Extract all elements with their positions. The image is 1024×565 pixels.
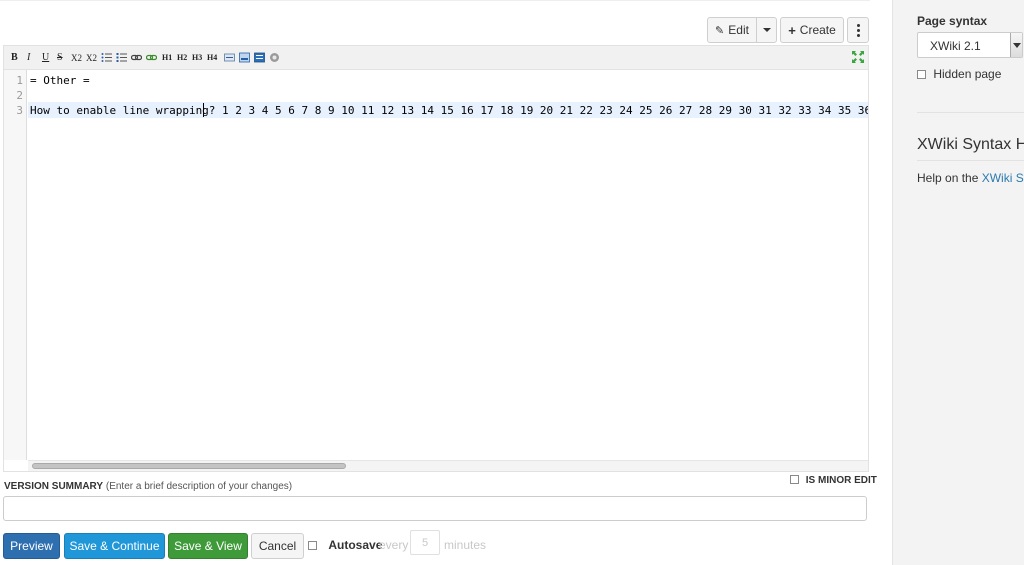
autosave-option[interactable]: Autosave bbox=[308, 538, 382, 552]
autosave-checkbox[interactable] bbox=[308, 541, 317, 550]
autosave-minutes-label: minutes bbox=[444, 538, 487, 552]
dropdown-arrow-icon bbox=[1010, 33, 1022, 57]
minor-edit-option[interactable]: IS MINOR EDIT bbox=[790, 475, 877, 486]
bullet-list-icon[interactable] bbox=[101, 52, 112, 63]
underline-button[interactable]: U bbox=[42, 52, 49, 64]
table-icon[interactable] bbox=[254, 52, 265, 63]
version-summary-title: VERSION SUMMARY bbox=[4, 481, 104, 492]
horizontal-rule-icon[interactable] bbox=[224, 52, 235, 63]
numbered-list-icon[interactable] bbox=[116, 52, 127, 63]
preview-button[interactable]: Preview bbox=[3, 533, 60, 559]
edit-menu-toggle[interactable] bbox=[756, 17, 777, 43]
text-cursor bbox=[203, 103, 204, 117]
line-number-gutter: 1 2 3 bbox=[4, 70, 27, 460]
autosave-label: Autosave bbox=[328, 538, 383, 552]
page-syntax-select[interactable]: XWiki 2.1 bbox=[917, 32, 1023, 58]
link-icon[interactable] bbox=[131, 52, 142, 63]
divider bbox=[917, 112, 1024, 113]
hidden-page-option[interactable]: Hidden page bbox=[917, 67, 1001, 81]
top-divider bbox=[0, 0, 870, 1]
version-summary-label: VERSION SUMMARY (Enter a brief descripti… bbox=[4, 481, 292, 492]
more-actions-button[interactable] bbox=[847, 17, 869, 43]
subscript-button[interactable]: X2 bbox=[71, 52, 82, 64]
create-label: Create bbox=[799, 23, 836, 37]
minor-edit-checkbox[interactable] bbox=[790, 475, 799, 484]
divider bbox=[917, 160, 1024, 161]
unlink-icon[interactable] bbox=[146, 52, 157, 63]
superscript-button[interactable]: X2 bbox=[86, 52, 97, 64]
horizontal-scrollbar[interactable] bbox=[28, 460, 868, 471]
edit-button[interactable]: ✎ Edit bbox=[707, 17, 757, 43]
save-view-button[interactable]: Save & View bbox=[168, 533, 248, 559]
hidden-page-checkbox[interactable] bbox=[917, 70, 926, 79]
heading2-button[interactable]: H2 bbox=[177, 52, 187, 64]
version-summary-hint: (Enter a brief description of your chang… bbox=[105, 481, 293, 492]
pencil-icon: ✎ bbox=[715, 24, 725, 37]
code-line[interactable]: = Other = bbox=[30, 74, 90, 87]
gear-icon[interactable] bbox=[269, 52, 280, 63]
caret-down-icon bbox=[762, 28, 771, 32]
minor-edit-label: IS MINOR EDIT bbox=[805, 475, 877, 486]
scrollbar-thumb[interactable] bbox=[32, 463, 346, 469]
image-icon[interactable] bbox=[239, 52, 250, 63]
page-syntax-value: XWiki 2.1 bbox=[930, 39, 981, 53]
line-number: 1 bbox=[16, 74, 23, 87]
line-number: 2 bbox=[16, 89, 23, 102]
syntax-help-prefix: Help on the bbox=[917, 171, 982, 185]
vertical-dots-icon bbox=[856, 23, 860, 37]
editor-toolbar: B I U S X2 X2 H1 H2 H3 H4 bbox=[4, 46, 868, 70]
save-continue-button[interactable]: Save & Continue bbox=[64, 533, 165, 559]
page-syntax-label: Page syntax bbox=[917, 14, 988, 28]
autosave-every-label: every bbox=[379, 538, 409, 552]
wiki-editor: B I U S X2 X2 H1 H2 H3 H4 1 2 3 = Other … bbox=[3, 45, 869, 472]
line-number: 3 bbox=[16, 104, 23, 117]
version-summary-input[interactable] bbox=[3, 496, 867, 521]
italic-button[interactable]: I bbox=[27, 52, 30, 64]
cancel-button[interactable]: Cancel bbox=[251, 533, 304, 559]
autosave-minutes-input[interactable]: 5 bbox=[410, 530, 440, 555]
heading3-button[interactable]: H3 bbox=[192, 52, 202, 64]
heading4-button[interactable]: H4 bbox=[207, 52, 217, 64]
hidden-page-label: Hidden page bbox=[933, 67, 1002, 81]
create-button[interactable]: + Create bbox=[780, 17, 844, 43]
heading1-button[interactable]: H1 bbox=[162, 52, 172, 64]
bold-button[interactable]: B bbox=[11, 52, 18, 64]
syntax-help-text: Help on the XWiki Synt bbox=[917, 171, 1024, 185]
plus-icon: + bbox=[788, 22, 796, 38]
strikethrough-button[interactable]: S bbox=[57, 52, 63, 64]
code-line[interactable]: How to enable line wrapping? 1 2 3 4 5 6… bbox=[30, 104, 868, 117]
syntax-help-link[interactable]: XWiki Synt bbox=[982, 171, 1024, 185]
syntax-help-title: XWiki Syntax He bbox=[917, 136, 1024, 153]
right-sidebar: Page syntax XWiki 2.1 Hidden page XWiki … bbox=[892, 0, 1024, 565]
fullscreen-icon[interactable] bbox=[852, 51, 864, 63]
edit-label: Edit bbox=[728, 23, 749, 37]
